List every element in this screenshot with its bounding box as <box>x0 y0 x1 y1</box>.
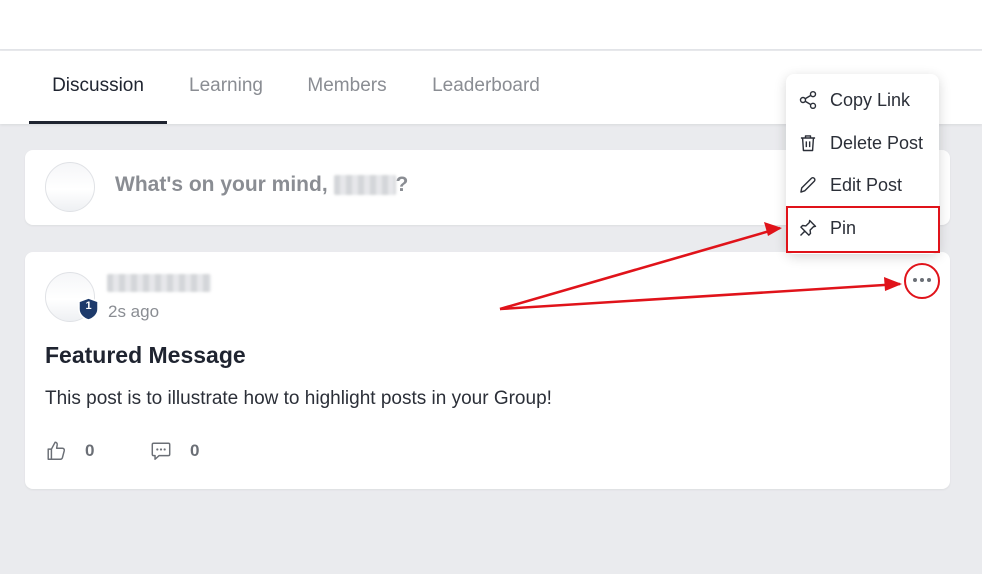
tab-leaderboard[interactable]: Leaderboard <box>422 51 550 124</box>
menu-item-label: Delete Post <box>830 132 924 153</box>
composer-prompt-prefix: What's on your mind, <box>115 173 334 196</box>
tab-discussion[interactable]: Discussion <box>29 51 167 124</box>
tab-members[interactable]: Members <box>298 51 396 124</box>
menu-item-edit-post[interactable]: Edit Post <box>786 164 939 206</box>
post-timestamp[interactable]: 2s ago <box>108 302 159 322</box>
post-body: This post is to illustrate how to highli… <box>45 388 552 409</box>
post-title: Featured Message <box>45 342 246 368</box>
annotation-highlight-circle <box>904 263 940 299</box>
tab-learning[interactable]: Learning <box>180 51 272 124</box>
top-header-bar <box>0 0 982 50</box>
annotation-highlight-box <box>786 206 940 253</box>
comment-button[interactable]: 0 <box>150 438 199 464</box>
like-button[interactable]: 0 <box>45 438 94 464</box>
menu-item-copy-link[interactable]: Copy Link <box>786 79 939 121</box>
like-count: 0 <box>85 441 95 460</box>
redacted-user-name <box>333 175 396 196</box>
composer-prompt-suffix: ? <box>395 173 409 196</box>
current-user-avatar <box>45 162 95 212</box>
share-icon <box>799 90 817 110</box>
post-card: 1 2s ago Featured Message This post is t… <box>25 252 950 489</box>
redacted-author-name[interactable] <box>107 274 211 292</box>
thumbs-up-icon <box>47 441 66 460</box>
menu-item-label: Copy Link <box>830 89 911 110</box>
comment-icon <box>151 442 171 460</box>
pencil-icon <box>800 177 816 193</box>
trash-icon <box>800 135 816 152</box>
composer-prompt[interactable]: What's on your mind, ? <box>115 173 408 197</box>
menu-item-label: Edit Post <box>830 174 903 195</box>
comment-count: 0 <box>190 441 200 460</box>
level-badge-number: 1 <box>85 300 92 312</box>
menu-item-delete-post[interactable]: Delete Post <box>786 122 939 164</box>
